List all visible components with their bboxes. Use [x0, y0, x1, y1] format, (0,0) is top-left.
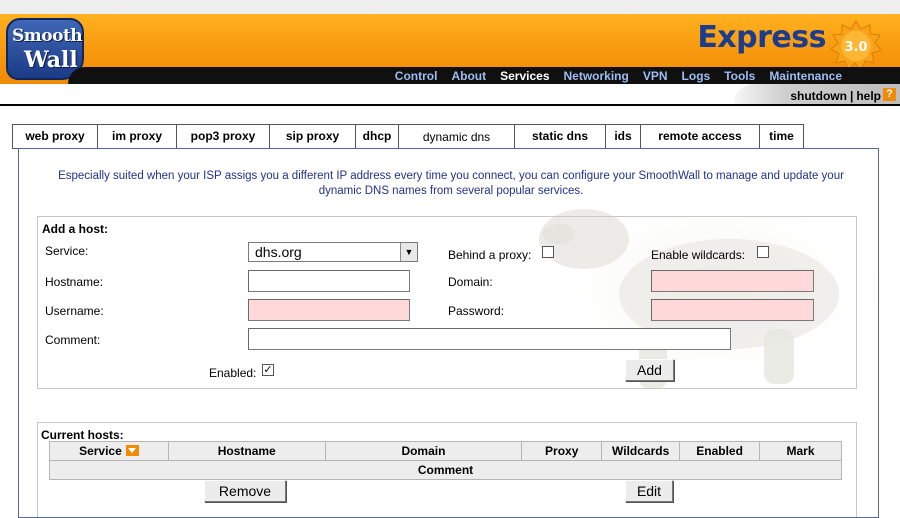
col-service[interactable]: Service: [49, 441, 169, 461]
tab-time[interactable]: time: [759, 124, 804, 149]
sort-down-icon[interactable]: [125, 445, 139, 456]
product-name: Express: [697, 20, 826, 55]
nav-about[interactable]: About: [451, 69, 486, 83]
enable-wildcards-checkbox[interactable]: [757, 246, 769, 258]
col-wildcards[interactable]: Wildcards: [601, 441, 681, 461]
col-hostname[interactable]: Hostname: [167, 441, 326, 461]
version-text: 3.0: [844, 40, 867, 55]
service-label: Service:: [45, 244, 89, 258]
col-service-label: Service: [79, 444, 122, 458]
tab-web-proxy[interactable]: web proxy: [12, 124, 97, 149]
table-header-row: Service Hostname Domain Proxy Wildcards …: [49, 441, 842, 461]
col-proxy[interactable]: Proxy: [521, 441, 603, 461]
header-divider: [0, 104, 900, 106]
help-icon[interactable]: ?: [883, 88, 896, 101]
tab-remote-access[interactable]: remote access: [640, 124, 759, 149]
edit-button[interactable]: Edit: [625, 480, 673, 502]
col-domain[interactable]: Domain: [324, 441, 523, 461]
behind-proxy-checkbox[interactable]: [542, 246, 554, 258]
chevron-down-icon[interactable]: ▼: [400, 243, 417, 261]
add-host-legend: Add a host:: [42, 222, 108, 236]
service-select[interactable]: dhs.org ▼: [248, 242, 418, 262]
add-button[interactable]: Add: [625, 359, 674, 381]
tab-dynamic-dns[interactable]: dynamic dns: [398, 124, 514, 151]
header: Smooth Wall Express 3.0 Control About Se…: [0, 14, 900, 84]
col-enabled[interactable]: Enabled: [679, 441, 761, 461]
nav-services[interactable]: Services: [500, 69, 549, 83]
tab-dhcp[interactable]: dhcp: [355, 124, 398, 149]
add-host-section: Add a host: Service: dhs.org ▼ Behind a …: [37, 216, 857, 389]
hostname-input[interactable]: [248, 270, 410, 292]
domain-label: Domain:: [448, 275, 493, 289]
link-separator: |: [849, 89, 854, 103]
checkmark-icon: ✓: [263, 364, 273, 376]
logo-text-line1: Smooth: [12, 26, 83, 46]
password-input[interactable]: [651, 299, 814, 321]
session-links: shutdown | help: [790, 89, 881, 103]
nav-logs[interactable]: Logs: [682, 69, 711, 83]
top-strip: [0, 0, 900, 14]
enabled-checkbox[interactable]: ✓: [262, 364, 274, 376]
col-mark[interactable]: Mark: [759, 441, 842, 461]
tab-im-proxy[interactable]: im proxy: [97, 124, 176, 149]
table-comment-header-row: Comment: [49, 460, 842, 480]
nav-tools[interactable]: Tools: [724, 69, 755, 83]
nav-networking[interactable]: Networking: [564, 69, 629, 83]
domain-input[interactable]: [651, 270, 814, 292]
comment-input[interactable]: [248, 328, 731, 350]
username-label: Username:: [45, 304, 104, 318]
nav-maintenance[interactable]: Maintenance: [769, 69, 842, 83]
shutdown-link[interactable]: shutdown: [790, 89, 847, 103]
tab-pop3-proxy[interactable]: pop3 proxy: [176, 124, 269, 149]
tab-ids[interactable]: ids: [605, 124, 640, 149]
username-input[interactable]: [248, 299, 410, 321]
main-nav: Control About Services Networking VPN Lo…: [68, 67, 900, 84]
nav-control[interactable]: Control: [395, 69, 438, 83]
behind-proxy-label: Behind a proxy:: [448, 248, 532, 262]
comment-label: Comment:: [45, 333, 101, 347]
enabled-label: Enabled:: [209, 366, 257, 380]
service-tabs: web proxy im proxy pop3 proxy sip proxy …: [12, 124, 804, 151]
nav-vpn[interactable]: VPN: [643, 69, 668, 83]
tab-sip-proxy[interactable]: sip proxy: [269, 124, 355, 149]
logo-text-line2: Wall: [24, 47, 78, 73]
tab-static-dns[interactable]: static dns: [514, 124, 605, 149]
enable-wildcards-label: Enable wildcards:: [651, 248, 746, 262]
version-badge-icon: 3.0: [830, 20, 882, 71]
intro-text: Especially suited when your ISP assigs y…: [58, 170, 844, 197]
help-link[interactable]: help: [856, 89, 881, 103]
col-comment: Comment: [49, 460, 842, 480]
password-label: Password:: [448, 304, 505, 318]
hostname-label: Hostname:: [45, 275, 104, 289]
service-select-value: dhs.org: [255, 244, 302, 260]
hosts-table: Service Hostname Domain Proxy Wildcards …: [49, 441, 842, 480]
remove-button[interactable]: Remove: [204, 480, 286, 502]
current-hosts-legend: Current hosts:: [41, 428, 124, 442]
dynamic-dns-panel: Especially suited when your ISP assigs y…: [18, 148, 879, 518]
